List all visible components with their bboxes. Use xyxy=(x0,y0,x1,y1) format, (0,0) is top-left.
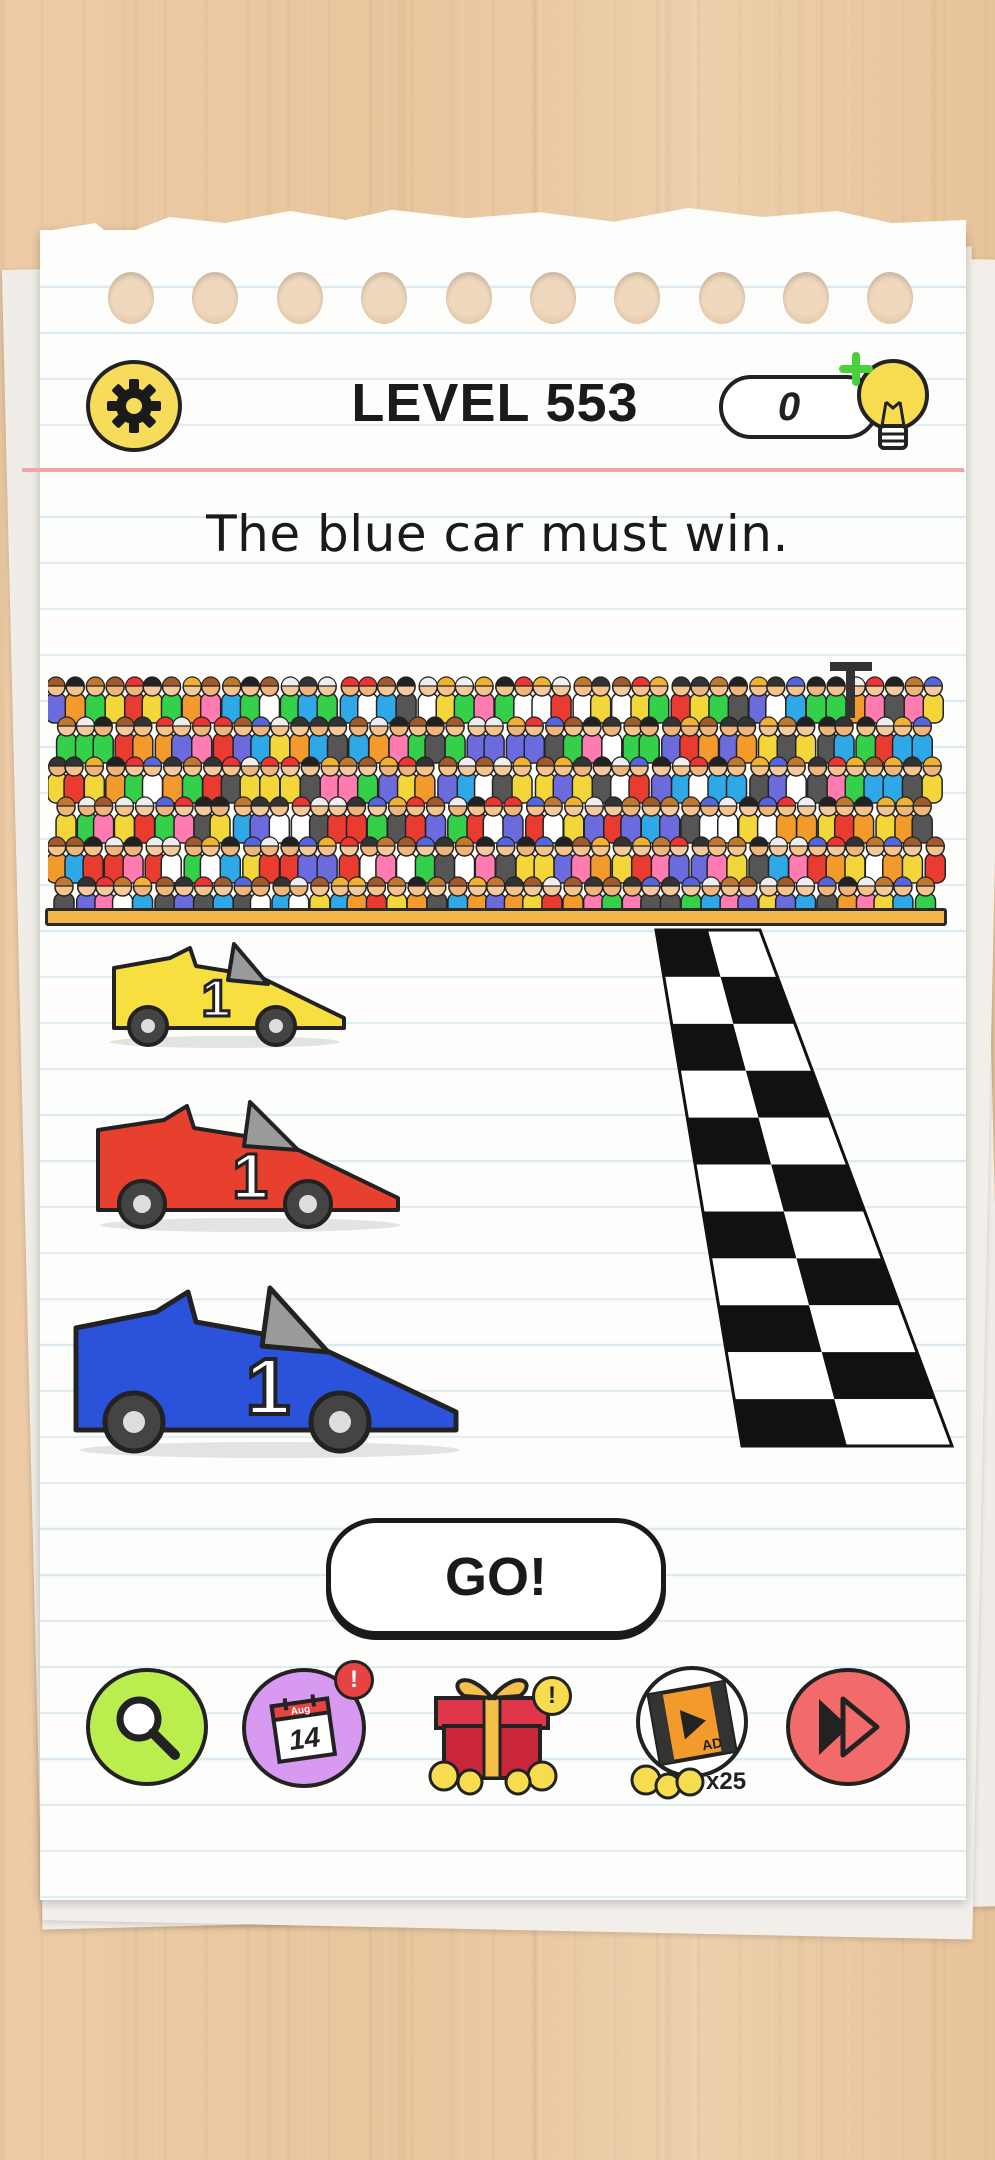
finish-line[interactable] xyxy=(650,926,960,1452)
finish-line-tile xyxy=(687,1117,772,1165)
binder-hole xyxy=(361,272,407,324)
binder-hole xyxy=(108,272,154,324)
blue-car[interactable]: 1 xyxy=(70,1262,465,1457)
margin-line xyxy=(22,468,964,472)
finish-line-tile xyxy=(671,1023,746,1071)
binder-hole xyxy=(699,272,745,324)
binder-hole xyxy=(783,272,829,324)
stands-ledge xyxy=(45,908,947,926)
binder-hole xyxy=(530,272,576,324)
fast-forward-icon xyxy=(819,1696,880,1758)
finish-pole-icon xyxy=(830,662,872,718)
finish-line-tile xyxy=(745,1070,830,1118)
car-number: 1 xyxy=(246,1342,291,1431)
binder-hole xyxy=(614,272,660,324)
crowd-stands xyxy=(48,676,947,924)
finish-line-tile xyxy=(821,1352,935,1400)
gear-icon xyxy=(107,379,161,433)
finish-line-tile xyxy=(734,1399,847,1446)
finish-line-tile xyxy=(679,1070,759,1118)
finish-line-tile xyxy=(726,1352,835,1400)
finish-line-tile xyxy=(733,1023,813,1071)
calendar-date: 14 xyxy=(287,1721,323,1756)
ad-reward-multiplier: x25 xyxy=(706,1768,747,1795)
level-title: LEVEL 553 xyxy=(351,373,639,433)
gift-alert-badge: ! xyxy=(532,1676,572,1716)
finish-line-tile xyxy=(702,1211,797,1259)
car-number: 1 xyxy=(202,970,231,1028)
binder-hole xyxy=(192,272,238,324)
go-button[interactable]: GO! xyxy=(326,1518,666,1636)
finish-line-tile xyxy=(710,1258,810,1306)
binder-hole xyxy=(277,272,323,324)
add-hint-bulb-icon[interactable] xyxy=(838,350,938,460)
finish-line-tile xyxy=(718,1305,822,1353)
red-car[interactable]: 1 xyxy=(92,1080,407,1230)
binder-hole xyxy=(446,272,492,324)
hint-count: 0 xyxy=(777,384,801,429)
question-text: The blue car must win. xyxy=(206,505,789,563)
settings-button[interactable] xyxy=(86,360,182,452)
finish-line-tile xyxy=(834,1399,952,1446)
finish-line-tile xyxy=(695,1164,784,1212)
magnifier-icon xyxy=(116,1696,180,1760)
torn-page-edge xyxy=(40,208,966,265)
finish-line-tile xyxy=(720,976,795,1024)
car-number: 1 xyxy=(232,1140,268,1212)
calendar-icon: Aug 14 xyxy=(269,1694,338,1764)
yellow-car[interactable]: 1 xyxy=(108,928,353,1048)
calendar-alert-badge: ! xyxy=(334,1660,374,1700)
skip-level-button[interactable] xyxy=(786,1668,910,1786)
binder-hole xyxy=(867,272,913,324)
search-button[interactable] xyxy=(86,1668,208,1786)
